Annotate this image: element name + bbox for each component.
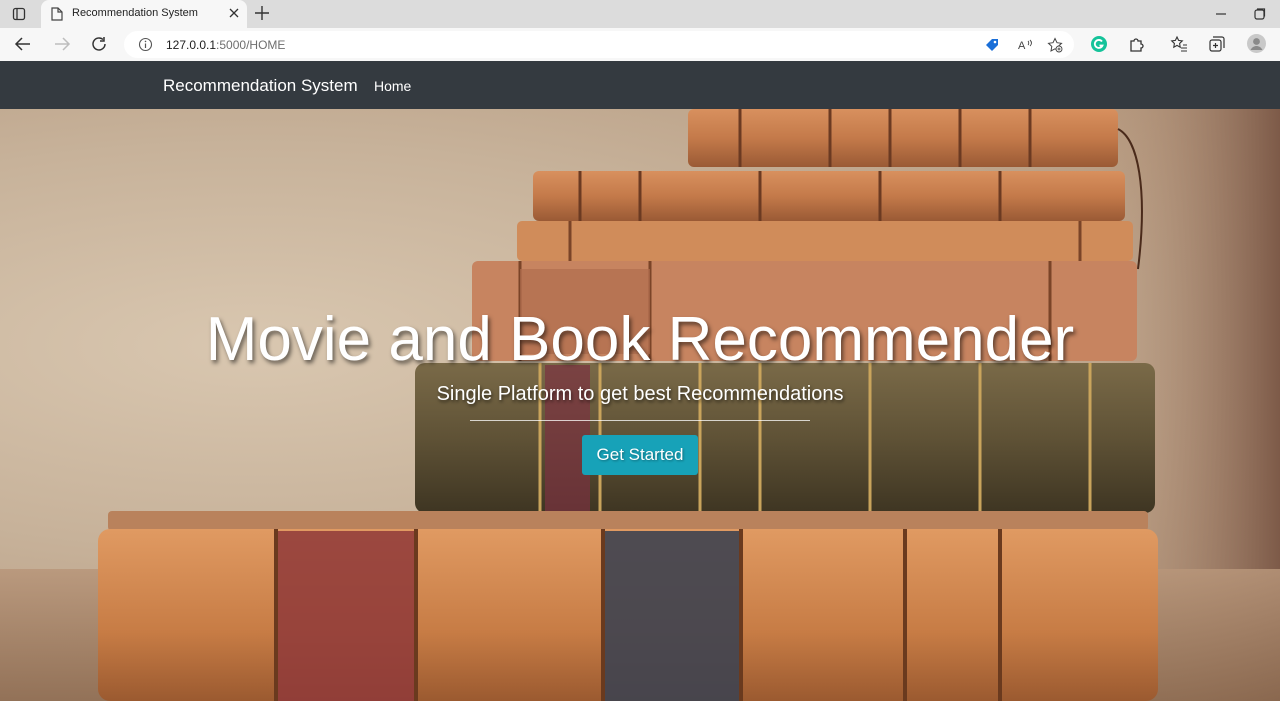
tag-icon[interactable] [984,37,1000,53]
hero-divider [470,420,810,421]
plus-icon[interactable] [254,5,270,21]
page-icon [51,7,63,21]
url-host: 127.0.0.1 [166,38,217,52]
get-started-button[interactable]: Get Started [582,435,698,475]
site-navbar: Recommendation System Home [0,61,1280,109]
window-icon[interactable] [12,7,26,21]
hero-subtitle: Single Platform to get best Recommendati… [436,383,844,405]
read-aloud-icon[interactable]: A [1017,37,1033,53]
favorite-add-icon[interactable] [1047,37,1063,53]
address-bar[interactable]: 127.0.0.1:5000/HOME A [124,31,1074,58]
browser-tab-active[interactable]: Recommendation System [41,0,247,28]
close-icon[interactable] [227,6,241,20]
favorites-icon[interactable] [1170,35,1188,53]
profile-icon[interactable] [1247,34,1266,53]
tab-title: Recommendation System [72,7,198,19]
hero-title: Movie and Book Recommender [205,305,1075,374]
svg-text:A: A [1018,40,1026,52]
minimize-icon[interactable] [1214,7,1228,21]
navbar-brand[interactable]: Recommendation System [163,76,358,96]
browser-toolbar: 127.0.0.1:5000/HOME A [0,28,1280,61]
nav-link-home[interactable]: Home [374,78,411,94]
url-path: :5000/HOME [216,38,286,52]
maximize-icon[interactable] [1252,7,1266,21]
info-icon[interactable] [138,37,153,52]
extensions-icon[interactable] [1128,35,1146,53]
forward-icon[interactable] [53,35,71,53]
back-icon[interactable] [14,35,32,53]
url-text[interactable]: 127.0.0.1:5000/HOME [166,38,285,52]
hero-section: Movie and Book Recommender Single Platfo… [0,109,1280,701]
reload-icon[interactable] [90,35,108,53]
browser-tab-strip: Recommendation System [0,0,1280,28]
collections-icon[interactable] [1208,35,1226,53]
grammarly-icon[interactable] [1090,35,1108,53]
